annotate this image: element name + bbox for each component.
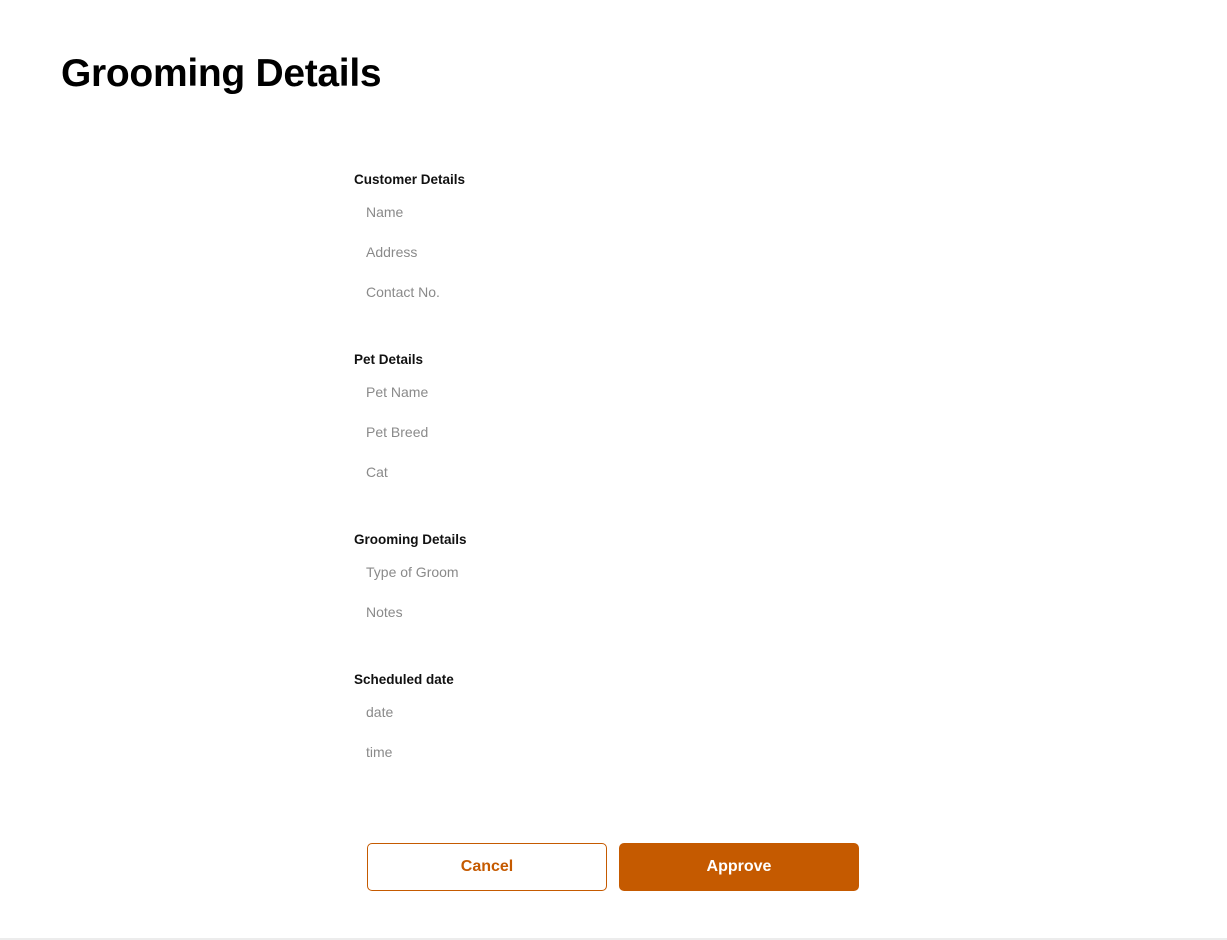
approve-button[interactable]: Approve [619, 843, 859, 891]
customer-details-heading: Customer Details [354, 172, 466, 187]
cancel-button[interactable]: Cancel [367, 843, 607, 891]
time-field[interactable] [354, 734, 860, 770]
pet-breed-field[interactable] [354, 414, 860, 450]
date-field[interactable] [354, 694, 860, 730]
customer-address-field[interactable] [354, 234, 860, 270]
groom-type-field[interactable] [354, 554, 860, 590]
notes-field[interactable] [354, 594, 860, 630]
customer-name-field[interactable] [354, 194, 860, 230]
pet-details-heading: Pet Details [354, 352, 424, 367]
page-title: Grooming Details [61, 52, 382, 95]
customer-contact-field[interactable] [354, 274, 860, 310]
pet-type-field[interactable] [354, 454, 860, 490]
scheduled-date-heading: Scheduled date [354, 672, 454, 687]
pet-name-field[interactable] [354, 374, 860, 410]
grooming-details-heading: Grooming Details [354, 532, 467, 547]
